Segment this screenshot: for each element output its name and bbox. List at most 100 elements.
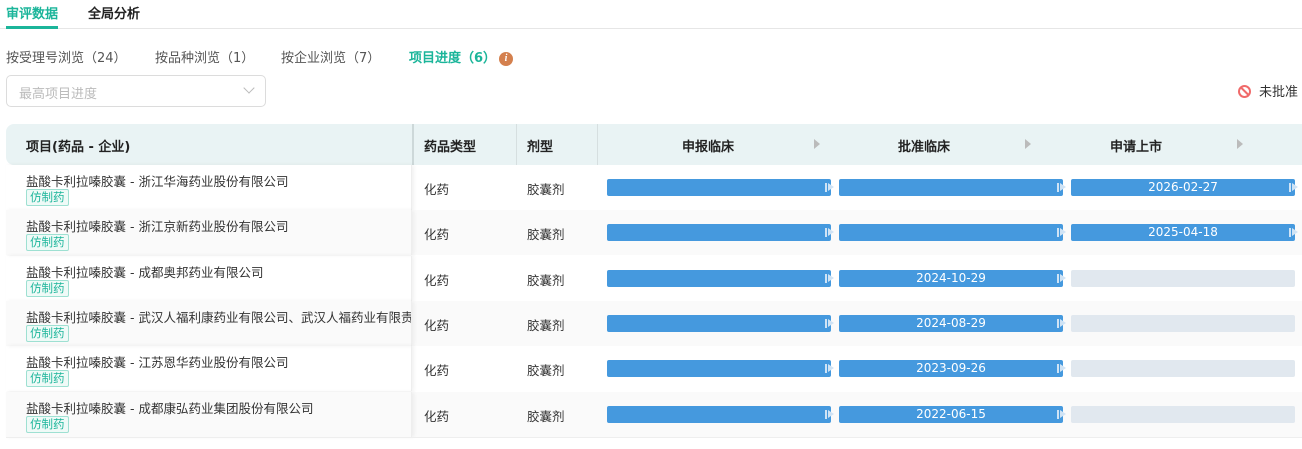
subtab-by-acceptance[interactable]: 按受理号浏览（24） <box>6 47 127 66</box>
column-divider <box>597 124 598 165</box>
drug-type-cell: 化药 <box>424 273 450 288</box>
table-row[interactable]: 盐酸卡利拉嗪胶囊 - 浙江京新药业股份有限公司 仿制药 化药 胶囊剂 2025-… <box>6 210 1302 255</box>
subtab-by-company[interactable]: 按企业浏览（7） <box>281 47 380 66</box>
ban-icon <box>1237 85 1251 98</box>
stage-arrow-icon <box>1237 139 1243 149</box>
header-clinical-approval: 批准临床 <box>898 140 951 155</box>
stage-play-icon <box>825 228 834 237</box>
legend-not-approved: 未批准 <box>1237 81 1298 100</box>
project-name[interactable]: 盐酸卡利拉嗪胶囊 - 浙江京新药业股份有限公司 <box>26 216 288 235</box>
header-drug-type: 药品类型 <box>424 140 477 155</box>
info-icon[interactable]: i <box>499 52 514 66</box>
project-name[interactable]: 盐酸卡利拉嗪胶囊 - 成都奥邦药业有限公司 <box>26 262 263 281</box>
stage-progress-bar[interactable]: 2022-06-15 <box>839 406 1066 423</box>
stage-play-icon <box>1057 364 1066 373</box>
project-cell: 盐酸卡利拉嗪胶囊 - 江苏恩华药业股份有限公司 仿制药 <box>6 346 412 391</box>
subtab-progress[interactable]: 项目进度（6） i <box>409 47 514 66</box>
stage-arrow-icon <box>814 139 820 149</box>
progress-filter-select[interactable]: 最高项目进度 <box>6 75 266 107</box>
stage-play-icon <box>1289 228 1298 237</box>
header-dosage-form: 剂型 <box>527 140 554 155</box>
generic-drug-badge: 仿制药 <box>26 416 69 433</box>
stage-progress-bar[interactable]: 2023-09-26 <box>839 360 1066 377</box>
stage-progress-bar[interactable] <box>607 360 834 377</box>
stage-progress-bar[interactable] <box>607 179 834 196</box>
select-placeholder: 最高项目进度 <box>19 87 98 102</box>
project-name[interactable]: 盐酸卡利拉嗪胶囊 - 江苏恩华药业股份有限公司 <box>26 352 288 371</box>
drug-type-cell: 化药 <box>424 318 450 333</box>
stage-progress-bar <box>1071 360 1295 377</box>
stage-progress-bar[interactable]: 2024-08-29 <box>839 315 1066 332</box>
stage-progress-bar <box>1071 315 1295 332</box>
chevron-down-icon <box>243 82 255 94</box>
tab-global-analysis[interactable]: 全局分析 <box>88 3 140 22</box>
stage-progress-bar[interactable] <box>607 315 834 332</box>
stage-date: 2026-02-27 <box>1148 180 1218 194</box>
project-cell: 盐酸卡利拉嗪胶囊 - 武汉人福利康药业有限公司、武汉人福药业有限责任公司 仿制药 <box>6 301 412 346</box>
stage-date: 2023-09-26 <box>916 361 986 375</box>
dosage-form-cell: 胶囊剂 <box>527 182 565 197</box>
main-tabs: 审评数据 全局分析 <box>0 0 1302 29</box>
column-divider <box>412 124 414 165</box>
subtab-by-variety[interactable]: 按品种浏览（1） <box>155 47 254 66</box>
drug-type-cell: 化药 <box>424 409 450 424</box>
stage-date: 2025-04-18 <box>1148 225 1218 239</box>
stage-play-icon <box>825 274 834 283</box>
stage-progress-bar <box>1071 270 1295 287</box>
header-clinical-application: 申报临床 <box>682 140 735 155</box>
dosage-form-cell: 胶囊剂 <box>527 409 565 424</box>
table-header: 项目(药品 - 企业) 药品类型 剂型 申报临床 批准临床 申请上市 <box>6 124 1302 165</box>
generic-drug-badge: 仿制药 <box>26 234 69 251</box>
dosage-form-cell: 胶囊剂 <box>527 363 565 378</box>
dosage-form-cell: 胶囊剂 <box>527 273 565 288</box>
stage-play-icon <box>1057 319 1066 328</box>
stage-date: 2024-08-29 <box>916 316 986 330</box>
stage-play-icon <box>825 319 834 328</box>
subtab-progress-label: 项目进度（6） <box>409 51 497 66</box>
stage-progress-bar[interactable] <box>607 406 834 423</box>
generic-drug-badge: 仿制药 <box>26 189 69 206</box>
stage-progress-bar[interactable]: 2024-10-29 <box>839 270 1066 287</box>
drug-type-cell: 化药 <box>424 363 450 378</box>
stage-play-icon <box>825 364 834 373</box>
dosage-form-cell: 胶囊剂 <box>527 318 565 333</box>
stage-progress-bar[interactable] <box>607 270 834 287</box>
stage-progress-bar[interactable] <box>839 224 1066 241</box>
generic-drug-badge: 仿制药 <box>26 325 69 342</box>
header-project: 项目(药品 - 企业) <box>26 140 131 155</box>
project-name[interactable]: 盐酸卡利拉嗪胶囊 - 成都康弘药业集团股份有限公司 <box>26 398 313 417</box>
tab-review-data[interactable]: 审评数据 <box>6 3 58 22</box>
header-market-application: 申请上市 <box>1110 140 1163 155</box>
stage-progress-bar[interactable]: 2026-02-27 <box>1071 179 1298 196</box>
stage-play-icon <box>825 183 834 192</box>
column-divider <box>516 124 517 165</box>
generic-drug-badge: 仿制药 <box>26 280 69 297</box>
generic-drug-badge: 仿制药 <box>26 370 69 387</box>
stage-play-icon <box>1057 228 1066 237</box>
table-bottom-border <box>6 437 1302 438</box>
stage-progress-bar[interactable]: 2025-04-18 <box>1071 224 1298 241</box>
stage-play-icon <box>825 410 834 419</box>
table-row[interactable]: 盐酸卡利拉嗪胶囊 - 成都奥邦药业有限公司 仿制药 化药 胶囊剂 2024-10… <box>6 256 1302 301</box>
stage-progress-bar[interactable] <box>607 224 834 241</box>
stage-date: 2022-06-15 <box>916 407 986 421</box>
table-row[interactable]: 盐酸卡利拉嗪胶囊 - 武汉人福利康药业有限公司、武汉人福药业有限责任公司 仿制药… <box>6 301 1302 346</box>
table-row[interactable]: 盐酸卡利拉嗪胶囊 - 浙江华海药业股份有限公司 仿制药 化药 胶囊剂 2026-… <box>6 165 1302 210</box>
stage-play-icon <box>1057 183 1066 192</box>
stage-progress-bar[interactable] <box>839 179 1066 196</box>
stage-progress-bar <box>1071 406 1295 423</box>
project-cell: 盐酸卡利拉嗪胶囊 - 成都奥邦药业有限公司 仿制药 <box>6 256 412 301</box>
dosage-form-cell: 胶囊剂 <box>527 227 565 242</box>
project-name[interactable]: 盐酸卡利拉嗪胶囊 - 武汉人福利康药业有限公司、武汉人福药业有限责任公司 <box>26 307 411 326</box>
stage-arrow-icon <box>1025 139 1031 149</box>
table-row[interactable]: 盐酸卡利拉嗪胶囊 - 成都康弘药业集团股份有限公司 仿制药 化药 胶囊剂 202… <box>6 392 1302 437</box>
table-row[interactable]: 盐酸卡利拉嗪胶囊 - 江苏恩华药业股份有限公司 仿制药 化药 胶囊剂 2023-… <box>6 346 1302 391</box>
stage-play-icon <box>1289 183 1298 192</box>
stage-play-icon <box>1057 410 1066 419</box>
project-cell: 盐酸卡利拉嗪胶囊 - 成都康弘药业集团股份有限公司 仿制药 <box>6 392 412 437</box>
project-name[interactable]: 盐酸卡利拉嗪胶囊 - 浙江华海药业股份有限公司 <box>26 171 288 190</box>
legend-label: 未批准 <box>1258 85 1298 100</box>
drug-type-cell: 化药 <box>424 227 450 242</box>
project-cell: 盐酸卡利拉嗪胶囊 - 浙江京新药业股份有限公司 仿制药 <box>6 210 412 255</box>
stage-date: 2024-10-29 <box>916 271 986 285</box>
